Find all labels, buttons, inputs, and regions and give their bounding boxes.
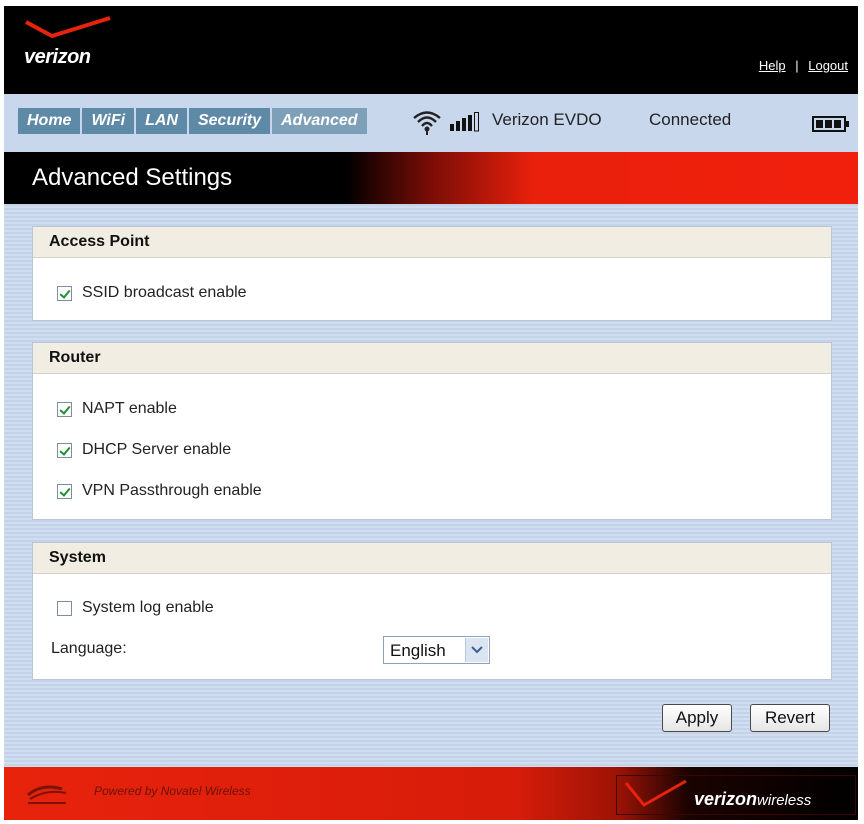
system-log-checkbox[interactable] <box>57 600 72 616</box>
connection-status: Connected <box>649 110 732 129</box>
brand-name: verizon <box>694 789 758 809</box>
signal-strength-icon <box>450 112 479 132</box>
help-link[interactable]: Help <box>759 58 786 73</box>
vpn-passthrough-checkbox[interactable] <box>57 483 72 499</box>
link-separator: | <box>795 58 799 73</box>
option-vpn-passthrough: VPN Passthrough enable <box>57 482 262 500</box>
verizon-logo: verizon <box>24 16 134 82</box>
option-ssid-broadcast: SSID broadcast enable <box>57 284 247 302</box>
battery-icon <box>812 116 849 132</box>
language-label: Language: <box>51 640 127 657</box>
header-links: Help | Logout <box>759 58 848 73</box>
brand-suffix: wireless <box>757 792 812 809</box>
option-label: DHCP Server enable <box>82 441 232 458</box>
footer-bar: Powered by Novatel Wireless verizonwirel… <box>4 767 858 820</box>
main-tabs: Home WiFi LAN Security Advanced <box>18 108 367 134</box>
ssid-broadcast-checkbox[interactable] <box>57 285 72 301</box>
tab-advanced[interactable]: Advanced <box>272 108 367 134</box>
title-band: Advanced Settings <box>4 152 858 204</box>
router-admin-page: verizon Help | Logout Home WiFi LAN Secu… <box>4 6 858 820</box>
napt-checkbox[interactable] <box>57 401 72 417</box>
wifi-icon <box>413 111 441 135</box>
apply-button[interactable]: Apply <box>662 704 732 732</box>
tab-home[interactable]: Home <box>18 108 83 134</box>
nav-bar: Home WiFi LAN Security Advanced Verizon … <box>4 94 858 152</box>
tab-lan[interactable]: LAN <box>136 108 189 134</box>
option-label: SSID broadcast enable <box>82 284 247 301</box>
page-title: Advanced Settings <box>32 164 233 191</box>
router-panel: Router NAPT enable DHCP Server enable VP… <box>32 342 832 520</box>
option-system-log: System log enable <box>57 599 214 617</box>
option-label: VPN Passthrough enable <box>82 482 262 499</box>
access-point-panel: Access Point SSID broadcast enable <box>32 226 832 321</box>
network-name: Verizon EVDO <box>492 110 602 129</box>
verizon-wireless-logo: verizonwireless <box>616 775 856 815</box>
logout-link[interactable]: Logout <box>808 58 848 73</box>
dhcp-server-checkbox[interactable] <box>57 442 72 458</box>
panel-heading: Router <box>33 343 831 374</box>
panel-heading: System <box>33 543 831 574</box>
language-value: English <box>390 641 446 660</box>
option-label: NAPT enable <box>82 400 177 417</box>
tab-security[interactable]: Security <box>188 108 273 134</box>
novatel-logo <box>27 785 67 804</box>
language-select[interactable]: English <box>383 636 490 664</box>
chevron-down-icon[interactable] <box>465 638 488 662</box>
option-napt: NAPT enable <box>57 400 177 418</box>
option-dhcp-server: DHCP Server enable <box>57 441 231 459</box>
revert-button[interactable]: Revert <box>750 704 830 732</box>
option-label: System log enable <box>82 599 214 616</box>
settings-content: Access Point SSID broadcast enable Route… <box>4 204 858 767</box>
tab-wifi[interactable]: WiFi <box>82 108 137 134</box>
system-panel: System System log enable Language: Engli… <box>32 542 832 680</box>
panel-heading: Access Point <box>33 227 831 258</box>
header-bar: verizon Help | Logout <box>4 6 858 94</box>
powered-by-text: Powered by Novatel Wireless <box>94 784 251 798</box>
